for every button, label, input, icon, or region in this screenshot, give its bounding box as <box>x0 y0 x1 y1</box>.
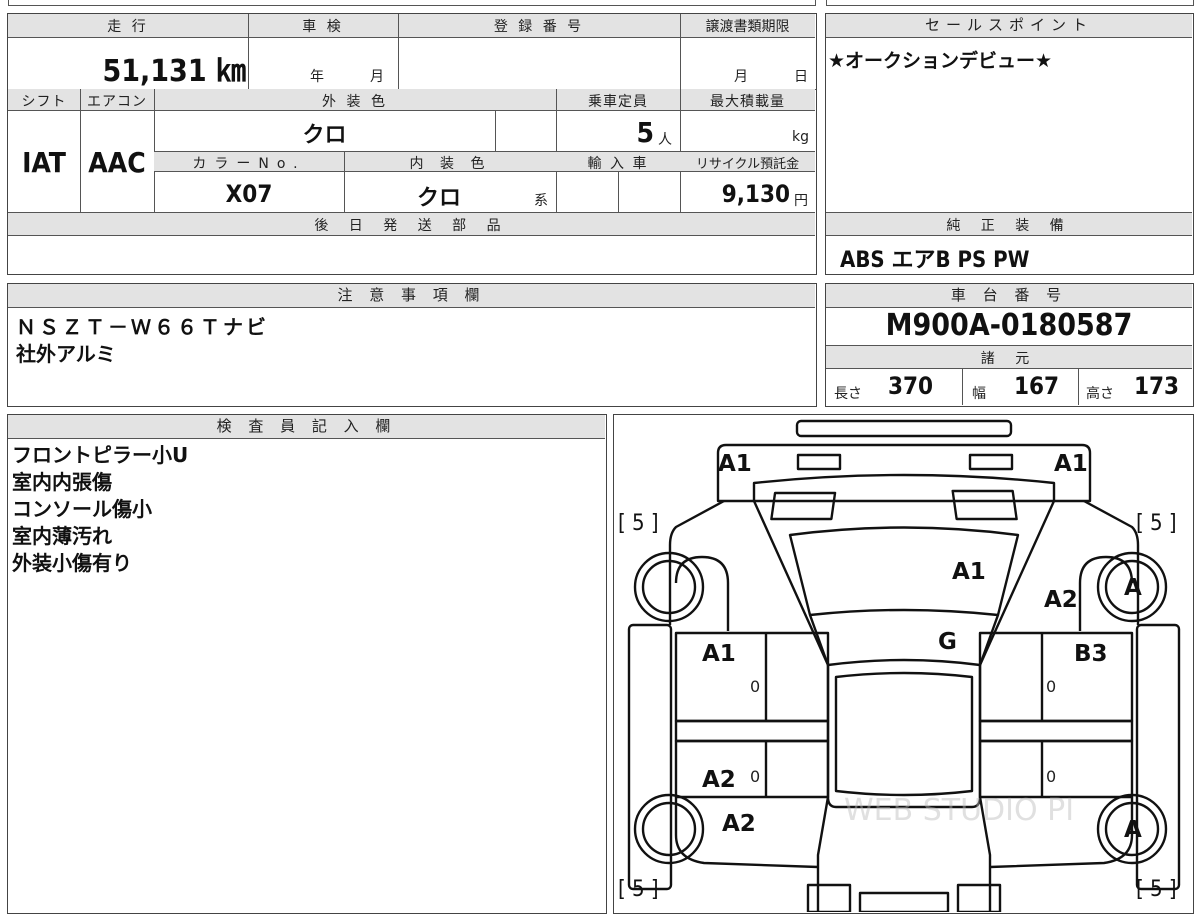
zero-left-front: 0 <box>750 677 761 696</box>
mark-front-left: A1 <box>718 451 752 477</box>
inspector-panel: 検 査 員 記 入 欄 フロントピラー小U 室内内張傷 コンソール傷小 室内薄汚… <box>7 414 607 914</box>
width-value: 167 <box>1014 372 1060 400</box>
import-label: 輸 入 車 <box>587 156 649 172</box>
capacity-value: 5 <box>636 116 654 149</box>
tire-depth-rear-right: [ 5 ] <box>1136 877 1177 902</box>
notes-panel: 注 意 事 項 欄 ＮＳＺＴ－Ｗ６６Ｔナビ 社外アルミ <box>7 283 817 407</box>
mark-front-right: A1 <box>1054 451 1088 477</box>
mark-right-front-door: B3 <box>1074 641 1108 667</box>
exterior-color-value: クロ <box>302 123 347 148</box>
inspection-label: 車 検 <box>302 19 344 35</box>
interior-color-unit: 系 <box>534 193 548 209</box>
inspector-line-3: コンソール傷小 <box>12 497 152 521</box>
zero-right-rear: 0 <box>1046 767 1057 786</box>
mark-roof: G <box>938 629 957 655</box>
mark-right-front-wheel: A <box>1124 575 1142 601</box>
mark-right-fender: A2 <box>1044 587 1078 613</box>
tire-depth-front-left: [ 5 ] <box>618 511 659 536</box>
max-load-unit: kg <box>792 129 809 145</box>
inspector-line-5: 外装小傷有り <box>12 551 132 575</box>
shift-value: IAT <box>22 146 66 179</box>
inspector-line-2: 室内内張傷 <box>12 470 112 494</box>
mark-left-rear-door: A2 <box>702 767 736 793</box>
tire-depth-rear-left: [ 5 ] <box>618 877 659 902</box>
interior-color-value: クロ <box>416 186 461 211</box>
length-label: 長さ <box>834 386 862 402</box>
notes-line-2: 社外アルミ <box>16 342 116 366</box>
notes-line-1: ＮＳＺＴ－Ｗ６６Ｔナビ <box>16 315 269 339</box>
chassis-panel: 車 台 番 号 M900A-0180587 諸 元 長さ 370 幅 167 高… <box>825 283 1194 407</box>
color-no-label: カラーNo. <box>192 156 306 172</box>
damage-diagram-panel: [ 5 ] [ 5 ] [ 5 ] [ 5 ] A1 A1 A1 A2 A G … <box>613 414 1194 914</box>
interior-color-label: 内 装 色 <box>409 156 491 172</box>
mark-left-rear-fender: A2 <box>722 811 756 837</box>
capacity-unit: 人 <box>658 132 672 148</box>
specs-label: 諸 元 <box>980 351 1038 367</box>
inspector-line-1: フロントピラー小U <box>12 443 189 467</box>
inspector-line-4: 室内薄汚れ <box>12 524 112 548</box>
top-clipped-strip <box>0 0 1200 9</box>
recycle-unit: 円 <box>794 193 808 209</box>
zero-right-front: 0 <box>1046 677 1057 696</box>
shift-label: シフト <box>21 94 67 110</box>
mileage-label: 走 行 <box>107 19 149 35</box>
aircon-label: エアコン <box>87 94 147 110</box>
registration-label: 登 録 番 号 <box>493 19 585 35</box>
aircon-value: AAC <box>88 146 146 179</box>
height-label: 高さ <box>1086 386 1114 402</box>
mark-right-rear-wheel: A <box>1124 817 1142 843</box>
transfer-deadline-label: 譲渡書類期限 <box>705 19 790 35</box>
zero-left-rear: 0 <box>750 767 761 786</box>
inspector-label: 検 査 員 記 入 欄 <box>8 415 605 439</box>
sales-point-label: セールスポイント <box>826 14 1192 38</box>
chassis-label: 車 台 番 号 <box>826 284 1192 308</box>
width-label: 幅 <box>972 386 986 402</box>
tire-depth-front-right: [ 5 ] <box>1136 511 1177 536</box>
sales-point-panel: セールスポイント ★オークションデビュー★ 純 正 装 備 ABS エアB PS… <box>825 13 1194 275</box>
watermark: WEB STUDIO PI <box>844 793 1075 828</box>
capacity-label: 乗車定員 <box>588 94 648 110</box>
vehicle-info-table: 走 行 車 検 登 録 番 号 譲渡書類期限 51,131 ㎞ 年 月 月 日 … <box>7 13 817 275</box>
mark-windshield: A1 <box>952 559 986 585</box>
inspection-year-unit: 年 <box>310 69 324 85</box>
transfer-day-unit: 日 <box>794 69 808 85</box>
mark-left-front-door: A1 <box>702 641 736 667</box>
color-no-value: X07 <box>225 180 273 208</box>
equipment-label: 純 正 装 備 <box>946 218 1072 234</box>
later-parts-label: 後 日 発 送 部 品 <box>314 218 509 234</box>
recycle-value: 9,130 <box>721 180 790 208</box>
inspection-month-unit: 月 <box>370 69 384 85</box>
exterior-color-label: 外 装 色 <box>322 94 388 110</box>
height-value: 173 <box>1134 372 1180 400</box>
sales-point-text: ★オークションデビュー★ <box>828 50 1053 72</box>
max-load-label: 最大積載量 <box>710 94 785 110</box>
notes-label: 注 意 事 項 欄 <box>8 284 815 308</box>
transfer-month-unit: 月 <box>734 69 748 85</box>
recycle-label: リサイクル預託金 <box>695 157 800 172</box>
equipment-value: ABS エアB PS PW <box>840 248 1030 273</box>
mileage-value: 51,131 ㎞ <box>102 54 246 89</box>
chassis-value: M900A-0180587 <box>885 308 1133 343</box>
length-value: 370 <box>888 372 934 400</box>
